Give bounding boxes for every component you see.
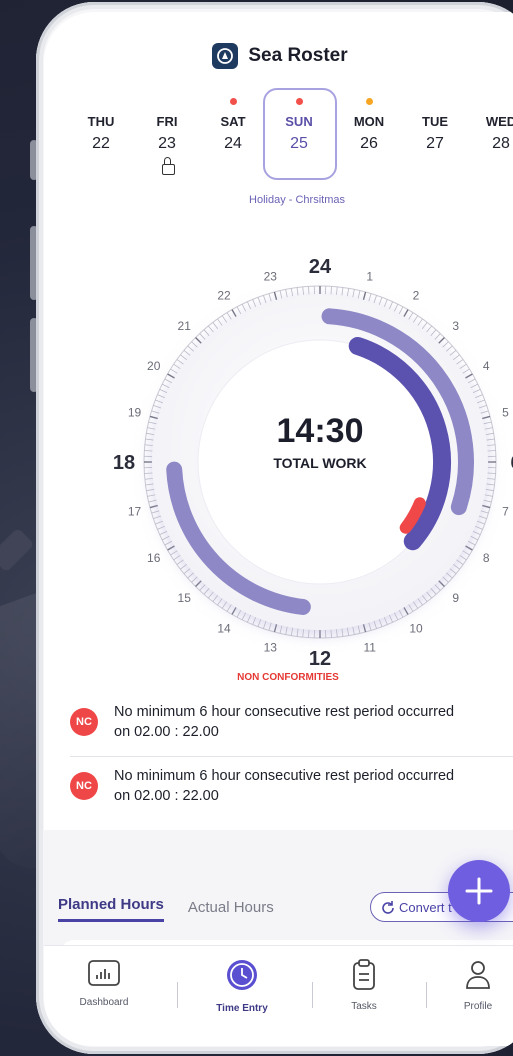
day-date: 23 (158, 135, 176, 152)
hour-label: 16 (147, 551, 161, 565)
nc-message-line: No minimum 6 hour consecutive rest perio… (114, 768, 455, 784)
total-work-label: TOTAL WORK (273, 455, 366, 471)
divider (70, 756, 513, 757)
day-thu[interactable]: THU 22 (66, 88, 136, 153)
phone-frame: Sea Roster THU 22 FRI 23 SAT 24 SUN 25 MON 26 TUE 2… (36, 2, 513, 1054)
non-conformities-title: NON CONFORMITIES (237, 672, 339, 683)
background-shape (0, 527, 35, 573)
hour-label: 17 (128, 505, 142, 519)
holiday-label: Holiday - Chrsitmas (249, 194, 345, 206)
app-title: Sea Roster (248, 45, 348, 66)
hour-label: 24 (309, 256, 332, 278)
hour-label: 23 (264, 270, 278, 284)
day-sun[interactable]: SUN 25 (263, 88, 337, 180)
nc-message: No minimum 6 hour consecutive rest perio… (114, 702, 454, 742)
nc-badge: NC (70, 772, 98, 800)
24-hour-clock-dial[interactable]: 241234567891011121314151617181920212223 … (100, 242, 513, 682)
nonconformity-item[interactable]: NC No minimum 6 hour consecutive rest pe… (70, 702, 513, 742)
day-of-week: TUE (422, 114, 448, 129)
nav-separator (312, 982, 313, 1008)
nav-time-entry[interactable]: Time Entry (192, 958, 292, 1014)
hour-label: 18 (113, 452, 135, 474)
nav-label: Profile (463, 1001, 493, 1012)
status-dot (296, 98, 303, 105)
nav-separator (177, 982, 178, 1008)
refresh-icon (382, 901, 394, 914)
nc-message-line: on 02.00 : 22.00 (114, 724, 219, 740)
app-header: Sea Roster (44, 36, 513, 76)
hour-label: 9 (452, 591, 459, 605)
day-of-week: WED (485, 114, 513, 129)
hour-label: 15 (178, 591, 192, 605)
week-day-selector: THU 22 FRI 23 SAT 24 SUN 25 MON 26 TUE 27 WED 28 (44, 88, 513, 188)
app-screen: Sea Roster THU 22 FRI 23 SAT 24 SUN 25 MON 26 TUE 2… (44, 12, 513, 1046)
nav-tasks[interactable]: Tasks (314, 958, 414, 1012)
status-dot (366, 98, 373, 105)
day-date: 22 (92, 135, 110, 152)
nc-message-line: No minimum 6 hour consecutive rest perio… (114, 704, 455, 720)
plus-icon (465, 877, 493, 905)
user-icon (466, 961, 490, 989)
hour-label: 4 (483, 359, 490, 373)
lock-icon (162, 157, 175, 175)
add-entry-button[interactable] (448, 860, 510, 922)
status-dot (230, 98, 237, 105)
nav-separator (426, 982, 427, 1008)
day-wed[interactable]: WED 28 (466, 88, 513, 153)
nav-profile[interactable]: Profile (428, 958, 513, 1012)
day-date: 26 (360, 135, 378, 152)
nc-message: No minimum 6 hour consecutive rest perio… (114, 766, 454, 806)
hour-label: 8 (483, 551, 490, 565)
nonconformity-item[interactable]: NC No minimum 6 hour consecutive rest pe… (70, 766, 513, 806)
nav-label: Tasks (351, 1001, 377, 1012)
hour-label: 1 (366, 270, 373, 284)
nav-label: Time Entry (216, 1003, 268, 1014)
bottom-navigation: Dashboard Time Entry Tasks Profile (44, 945, 513, 1046)
hour-label: 13 (264, 640, 278, 654)
day-date: 24 (224, 135, 242, 152)
day-mon[interactable]: MON 26 (334, 88, 404, 153)
bar-chart-icon (88, 960, 120, 986)
nc-message-line: on 02.00 : 22.00 (114, 788, 219, 804)
day-of-week: THU (87, 114, 115, 129)
convert-label: Convert t (399, 899, 452, 915)
hour-label: 2 (413, 289, 420, 303)
clock-icon (227, 960, 257, 990)
hour-label: 5 (502, 405, 509, 419)
day-of-week: FRI (156, 114, 178, 129)
day-fri[interactable]: FRI 23 (132, 88, 202, 175)
day-tue[interactable]: TUE 27 (400, 88, 470, 153)
day-sat[interactable]: SAT 24 (198, 88, 268, 153)
tab-planned-hours[interactable]: Planned Hours (58, 896, 164, 922)
day-date: 28 (492, 135, 510, 152)
hour-label: 7 (502, 505, 509, 519)
hour-label: 11 (363, 640, 376, 654)
clipboard-icon (353, 959, 375, 990)
nav-dashboard[interactable]: Dashboard (54, 958, 154, 1008)
day-of-week: MON (353, 114, 385, 129)
day-of-week: SAT (220, 114, 246, 129)
hour-label: 22 (217, 289, 231, 303)
hour-label: 21 (178, 319, 192, 333)
hours-tabs: Planned Hours Actual Hours (58, 896, 298, 922)
hour-label: 19 (128, 405, 142, 419)
total-work-time: 14:30 (277, 412, 364, 450)
hour-label: 12 (309, 648, 331, 670)
hour-label: 20 (147, 359, 161, 373)
app-logo-icon (212, 43, 239, 69)
nc-badge: NC (70, 708, 98, 736)
hour-label: 3 (452, 319, 459, 333)
nav-label: Dashboard (79, 997, 129, 1008)
tab-actual-hours[interactable]: Actual Hours (188, 899, 274, 922)
hour-label: 10 (409, 621, 423, 635)
hour-label: 14 (217, 621, 231, 635)
day-date: 27 (426, 135, 444, 152)
